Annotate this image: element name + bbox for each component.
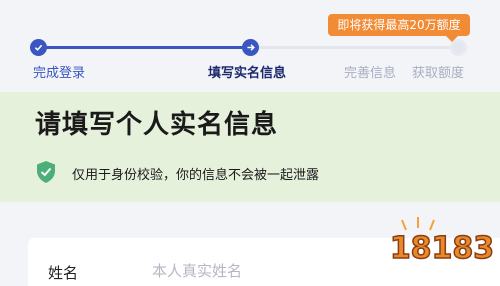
svg-text:18183: 18183: [390, 231, 494, 266]
step-label-get-quota: 获取额度: [412, 66, 465, 81]
privacy-notice: 仅用于身份校验，你的信息不会被一起泄露: [72, 168, 320, 183]
step-label-realname: 填写实名信息: [208, 66, 287, 81]
progress-track-completed: [38, 46, 250, 49]
step-pending-dot: [450, 39, 467, 56]
page-title: 请填写个人实名信息: [35, 110, 279, 140]
name-field-label: 姓名: [48, 264, 79, 282]
checkmark-icon: [30, 39, 47, 56]
promo-badge: 即将获得最高20万额度: [328, 14, 470, 42]
progress-track-remaining: [250, 46, 458, 49]
name-input[interactable]: [152, 258, 392, 284]
shield-check-icon: [35, 160, 57, 184]
step-label-complete-info: 完善信息: [344, 66, 397, 81]
site-watermark-logo: 18183: [386, 212, 498, 272]
arrow-right-icon: [242, 39, 259, 56]
step-label-login: 完成登录: [33, 66, 86, 81]
progress-steps: 完成登录 填写实名信息 完善信息 获取额度: [0, 38, 500, 88]
